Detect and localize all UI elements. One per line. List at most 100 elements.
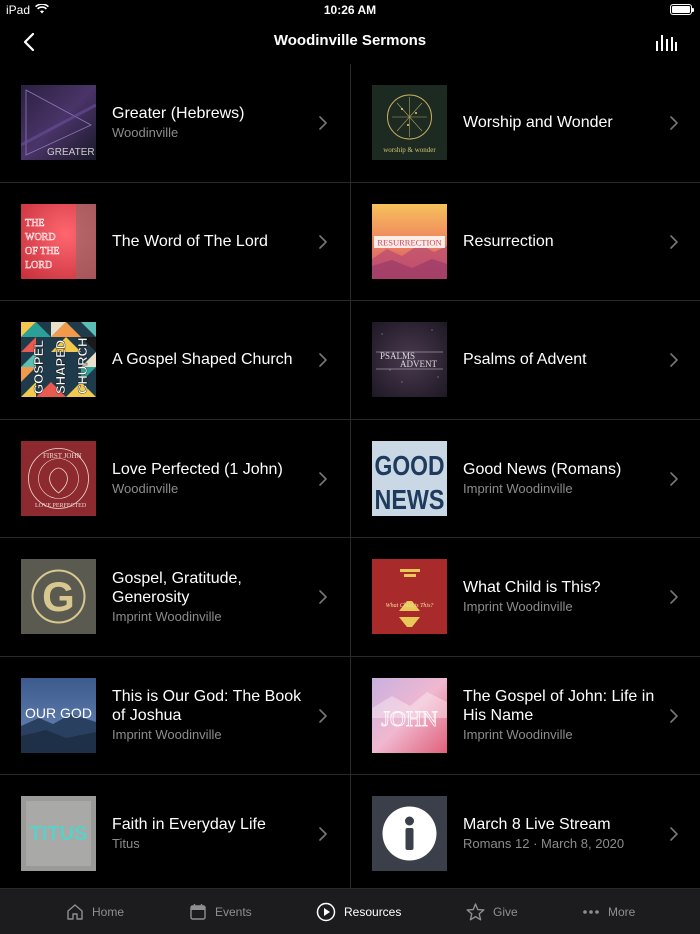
svg-text:G: G bbox=[42, 573, 75, 620]
svg-text:LOVE PERFECTED: LOVE PERFECTED bbox=[35, 503, 87, 509]
sermon-item-gospel-of-john[interactable]: JOHN The Gospel of John: Life in His Nam… bbox=[351, 657, 700, 775]
battery-icon bbox=[670, 4, 694, 15]
status-right bbox=[670, 4, 694, 15]
chevron-right-icon bbox=[319, 471, 327, 486]
sermon-artwork: JOHN bbox=[372, 677, 447, 753]
sermon-title: The Gospel of John: Life in His Name bbox=[463, 688, 655, 724]
sermon-text: A Gospel Shaped Church bbox=[112, 301, 307, 418]
chevron-right-icon bbox=[670, 471, 678, 486]
sermon-title: Love Perfected (1 John) bbox=[112, 460, 283, 478]
chevron-right-icon bbox=[319, 827, 327, 841]
sermon-text: Resurrection bbox=[463, 183, 658, 300]
sermon-title: The Word of The Lord bbox=[112, 232, 268, 250]
svg-text:TITUS: TITUS bbox=[30, 823, 88, 845]
sermon-text: Gospel, Gratitude, Generosity Imprint Wo… bbox=[112, 538, 307, 655]
sermon-title: March 8 Live Stream bbox=[463, 816, 611, 833]
star-icon bbox=[466, 903, 485, 921]
sermon-artwork: worship & wonder bbox=[372, 85, 447, 160]
tab-bar: Home Events Resources Give More bbox=[0, 888, 700, 934]
svg-text:JOHN: JOHN bbox=[381, 706, 437, 731]
svg-text:THE: THE bbox=[25, 218, 44, 229]
sermon-item-psalms-of-advent[interactable]: PSALMS ADVENT Psalms of Advent bbox=[351, 301, 700, 420]
svg-text:GREATER: GREATER bbox=[47, 147, 95, 158]
sermon-artwork: GREATER bbox=[21, 85, 96, 160]
sermon-text: Love Perfected (1 John) Woodinville bbox=[112, 420, 307, 537]
bar-chart-icon bbox=[656, 35, 677, 51]
sermon-item-word-of-the-lord[interactable]: THE WORD OF THE LORD The Word of The Lord bbox=[0, 183, 350, 301]
sermon-title: Faith in Everyday Life bbox=[112, 816, 266, 833]
sermon-artwork: RESURRECTION bbox=[372, 203, 447, 279]
sermon-artwork bbox=[372, 796, 447, 871]
sermon-item-faith-in-everyday-life[interactable]: TITUS Faith in Everyday Life Titus bbox=[0, 775, 350, 888]
status-bar: iPad 10:26 AM bbox=[0, 0, 700, 20]
chevron-right-icon bbox=[319, 353, 327, 367]
sermon-title: Resurrection bbox=[463, 232, 554, 250]
sermon-title: This is Our God: The Book of Joshua bbox=[112, 688, 302, 724]
chevron-right-icon bbox=[319, 116, 327, 130]
tab-home[interactable]: Home bbox=[66, 889, 124, 934]
tab-label: Events bbox=[215, 905, 252, 919]
tab-more[interactable]: More bbox=[582, 889, 635, 934]
chevron-right-icon bbox=[670, 590, 678, 604]
battery-fill bbox=[672, 6, 690, 13]
tab-label: Resources bbox=[344, 905, 402, 919]
svg-text:FIRST JOHN: FIRST JOHN bbox=[43, 452, 82, 460]
tab-give[interactable]: Give bbox=[466, 889, 518, 934]
status-time: 10:26 AM bbox=[323, 3, 377, 17]
sermon-subtitle: Imprint Woodinville bbox=[463, 599, 573, 614]
sermon-subtitle: Imprint Woodinville bbox=[112, 727, 222, 742]
sermon-item-what-child-is-this[interactable]: What Child is This? What Child is This? … bbox=[351, 538, 700, 657]
svg-text:SHAPED: SHAPED bbox=[53, 340, 68, 394]
chevron-right-icon bbox=[319, 708, 327, 723]
home-icon bbox=[67, 904, 83, 920]
sermon-item-good-news[interactable]: GOOD NEWS Good News (Romans) Imprint Wood… bbox=[351, 420, 700, 538]
tab-events[interactable]: Events bbox=[189, 889, 252, 934]
svg-text:ADVENT: ADVENT bbox=[400, 359, 437, 369]
tab-label: Give bbox=[493, 905, 518, 919]
sermon-text: What Child is This? Imprint Woodinville bbox=[463, 538, 658, 655]
chevron-right-icon bbox=[670, 116, 678, 130]
svg-text:NEWS: NEWS bbox=[375, 484, 445, 515]
sermon-title: Worship and Wonder bbox=[463, 114, 613, 131]
sermon-title: What Child is This? bbox=[463, 579, 601, 596]
sermon-text: This is Our God: The Book of Joshua Impr… bbox=[112, 657, 307, 774]
sermon-item-greater[interactable]: GREATER Greater (Hebrews) Woodinville bbox=[0, 64, 350, 183]
sermon-artwork: What Child is This? bbox=[372, 559, 447, 634]
sermon-subtitle: Imprint Woodinville bbox=[463, 480, 573, 496]
more-dots-icon bbox=[583, 910, 599, 914]
sermon-text: Worship and Wonder bbox=[463, 64, 658, 181]
sermon-subtitle: Romans 12 · March 8, 2020 bbox=[463, 836, 625, 851]
play-circle-icon bbox=[316, 902, 336, 922]
tab-label: Home bbox=[92, 905, 125, 919]
tab-resources[interactable]: Resources bbox=[316, 889, 401, 934]
sermon-text: Good News (Romans) Imprint Woodinville bbox=[463, 420, 658, 537]
sermon-artwork: G bbox=[21, 559, 96, 634]
stats-button[interactable] bbox=[654, 32, 678, 52]
svg-text:GOSPEL: GOSPEL bbox=[31, 340, 46, 394]
svg-text:OUR GOD: OUR GOD bbox=[25, 705, 92, 721]
svg-text:LORD: LORD bbox=[25, 260, 52, 271]
sermon-subtitle: Woodinville bbox=[112, 125, 179, 140]
sermon-artwork: OUR GOD bbox=[21, 677, 96, 753]
svg-text:RESURRECTION: RESURRECTION bbox=[377, 237, 441, 247]
sermon-artwork: TITUS bbox=[21, 796, 96, 871]
sermon-title: A Gospel Shaped Church bbox=[112, 351, 293, 368]
sermon-text: The Gospel of John: Life in His Name Imp… bbox=[463, 657, 658, 774]
sermon-item-gospel-shaped-church[interactable]: GOSPEL SHAPED CHURCH A Gospel Shaped Churc… bbox=[0, 301, 350, 420]
sermon-item-gospel-gratitude-generosity[interactable]: G Gospel, Gratitude, Generosity Imprint … bbox=[0, 538, 350, 657]
sermon-title: Psalms of Advent bbox=[463, 351, 587, 368]
sermon-item-this-is-our-god[interactable]: OUR GOD This is Our God: The Book of Jos… bbox=[0, 657, 350, 775]
sermon-item-resurrection[interactable]: RESURRECTION Resurrection bbox=[351, 183, 700, 301]
chevron-right-icon bbox=[670, 353, 678, 367]
sermon-text: Greater (Hebrews) Woodinville bbox=[112, 64, 307, 181]
svg-text:WORD: WORD bbox=[25, 232, 56, 243]
chevron-right-icon bbox=[670, 708, 678, 723]
calendar-icon bbox=[190, 904, 206, 920]
chevron-right-icon bbox=[670, 234, 678, 249]
sermon-item-march-8-live-stream[interactable]: March 8 Live Stream Romans 12 · March 8,… bbox=[351, 775, 700, 888]
sermon-artwork: GOOD NEWS bbox=[372, 440, 447, 516]
svg-text:OF THE: OF THE bbox=[25, 246, 60, 257]
sermon-item-love-perfected[interactable]: FIRST JOHN LOVE PERFECTED Love Perfected … bbox=[0, 420, 350, 538]
sermon-subtitle: Imprint Woodinville bbox=[463, 727, 573, 742]
sermon-item-worship-and-wonder[interactable]: worship & wonder Worship and Wonder bbox=[351, 64, 700, 183]
